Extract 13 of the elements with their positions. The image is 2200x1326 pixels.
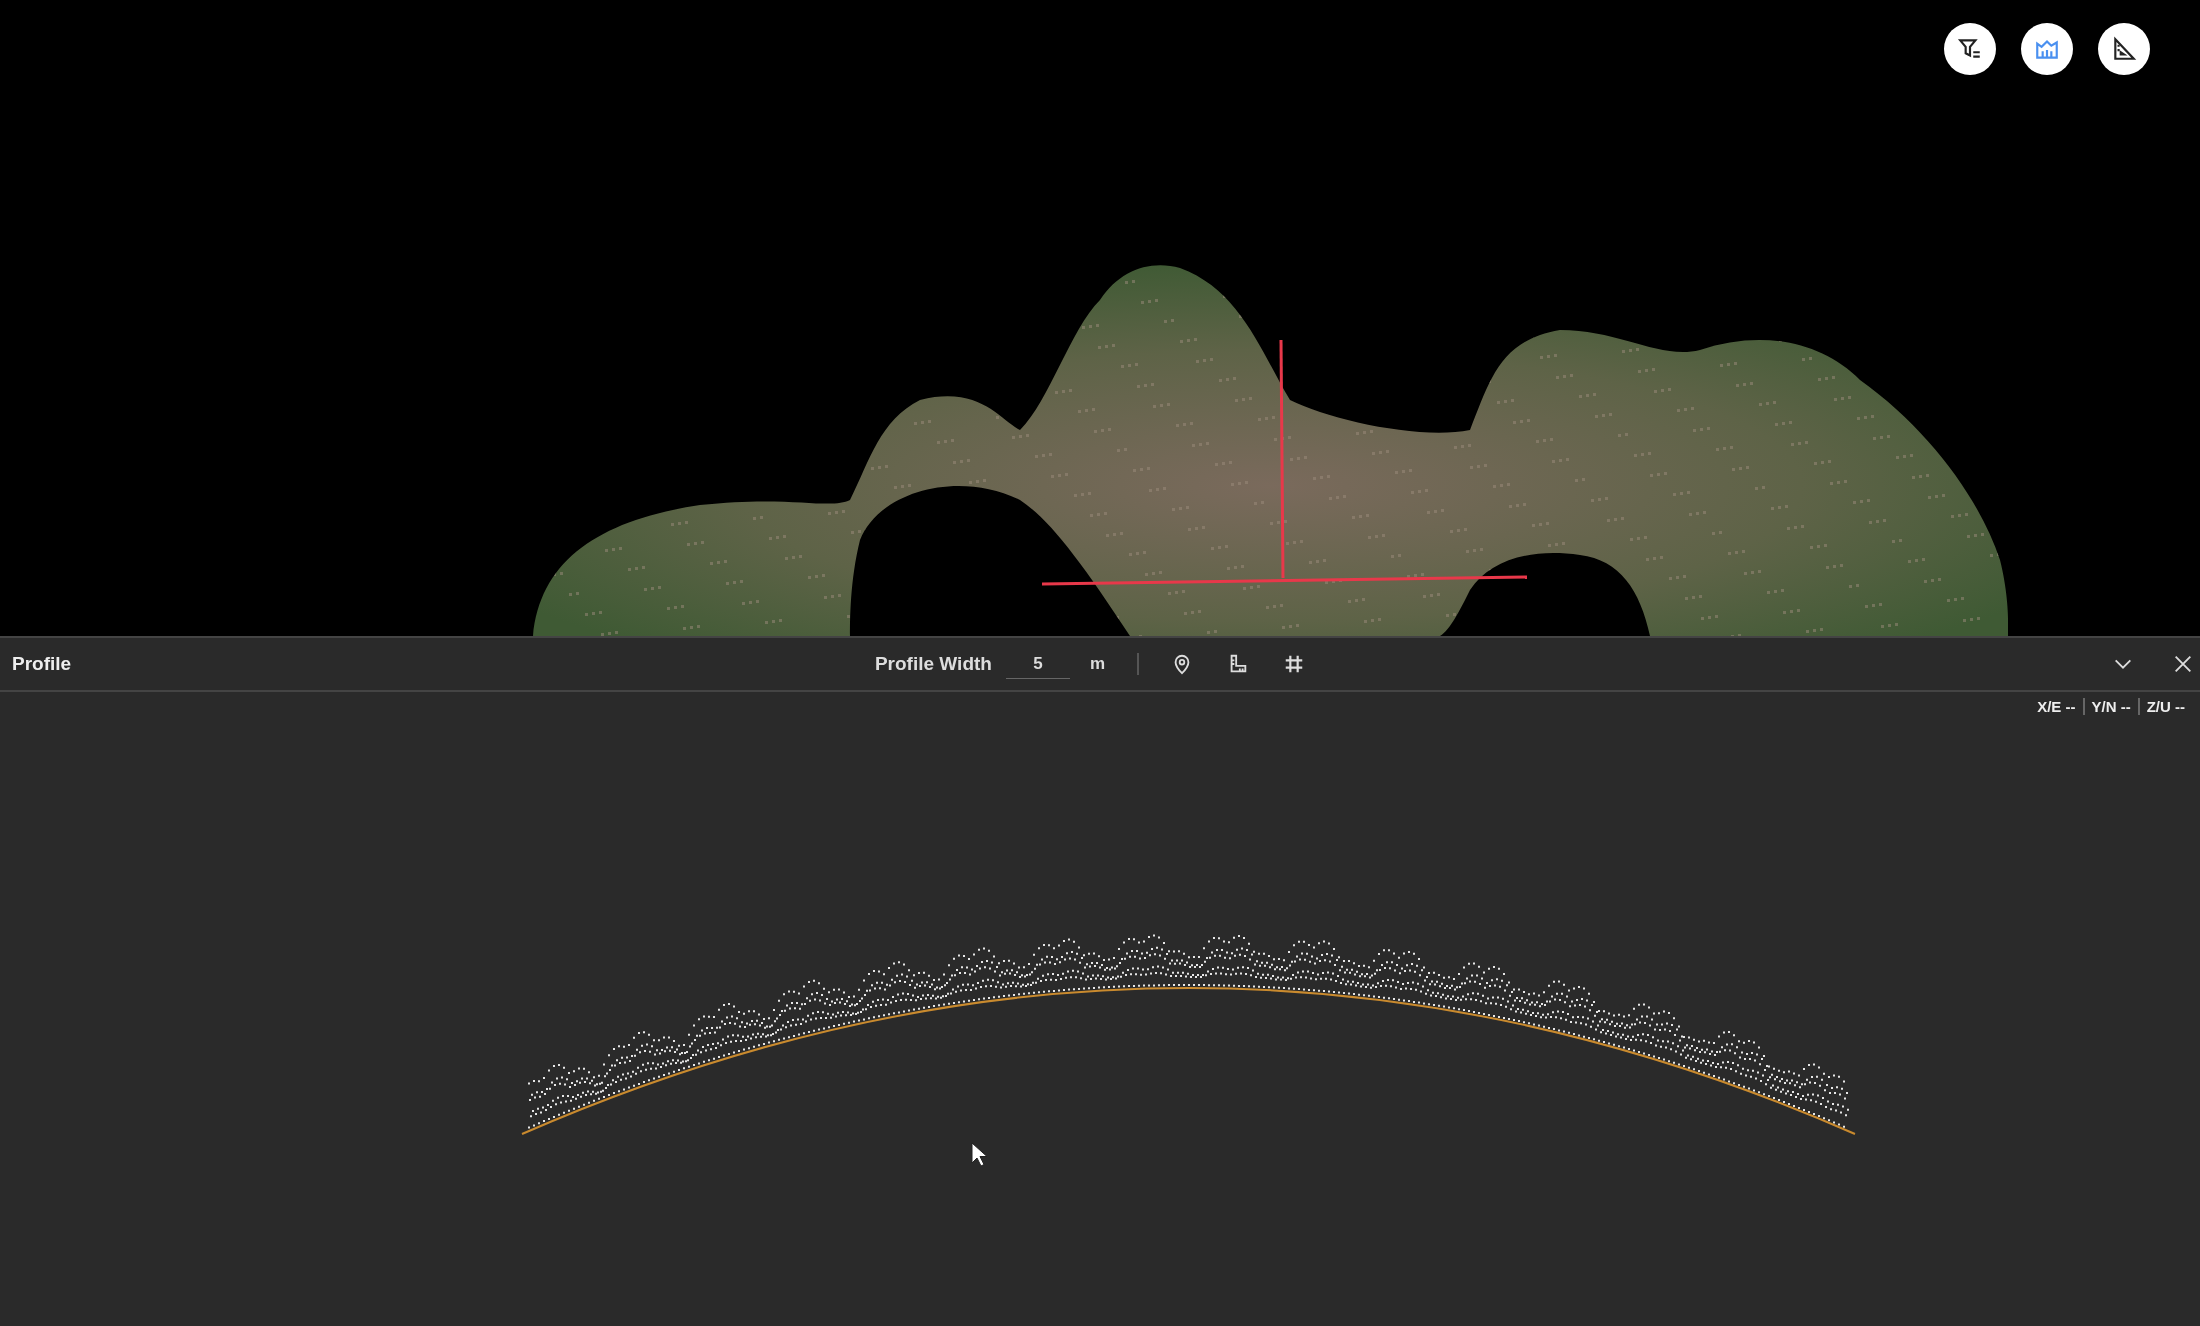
cursor-icon [971,1142,988,1167]
coordinate-readout: X/E -- [2036,698,2077,715]
profile-button[interactable] [2021,23,2073,75]
panel-title: Profile [12,653,72,674]
filter-button[interactable] [1944,23,1996,75]
triangle-ruler-icon [2111,36,2137,62]
profile-width-field[interactable]: 5 [1005,649,1070,679]
coordinate-readout: Z/U -- [2137,698,2192,715]
coordinate-readout: Y/N -- [2082,698,2138,715]
unit-label: m [1089,654,1106,674]
measure-button[interactable] [2098,23,2150,75]
close-icon [2172,653,2194,675]
profile-width-label: Profile Width [874,653,992,675]
